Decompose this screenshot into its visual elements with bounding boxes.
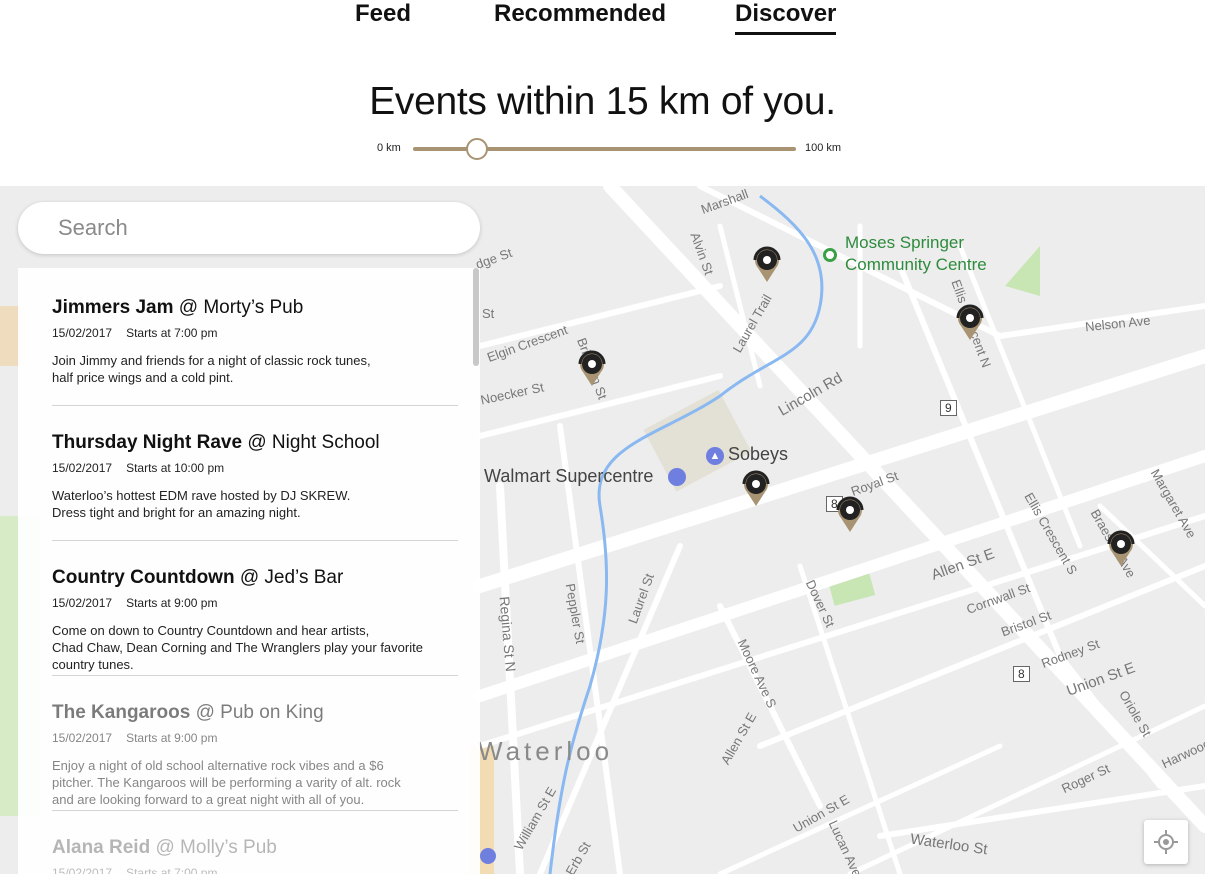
event-name: Jimmers Jam [52,297,174,318]
poi-sobeys[interactable]: Sobeys [728,444,788,465]
tab-discover[interactable]: Discover [735,0,837,35]
event-description: Join Jimmy and friends for a night of cl… [52,352,458,386]
distance-slider: 0 km 100 km [0,137,1205,161]
park-marker-icon [823,248,837,262]
top-nav: Feed Recommended Discover [0,0,1205,50]
divider [52,810,458,811]
event-pin-icon[interactable] [1104,528,1138,568]
event-pin-icon[interactable] [833,494,867,534]
description-line: Join Jimmy and friends for a night of cl… [52,353,371,368]
description-line: Enjoy a night of old school alternative … [52,758,384,773]
event-time: Starts at 9:00 pm [126,596,218,610]
event-title: Thursday Night Rave @ Night School [52,431,458,455]
event-card[interactable]: The Kangaroos @ Pub on King 15/02/2017 St… [52,701,458,808]
shopping-bag-icon [668,468,686,486]
event-date: 15/02/2017 [52,326,113,340]
event-pin-icon[interactable] [739,468,773,508]
slider-thumb[interactable] [466,138,489,160]
event-card[interactable]: Alana Reid @ Molly’s Pub 15/02/2017 Start… [52,836,458,874]
description-line: pitcher. The Kangaroos will be performin… [52,775,401,790]
event-date: 15/02/2017 [52,731,113,745]
event-name: Alana Reid [52,837,151,858]
event-meta: 15/02/2017 Starts at 9:00 pm [52,596,458,610]
poi-walmart[interactable]: Walmart Supercentre [484,466,653,487]
crosshair-icon [1154,830,1178,854]
description-line: and are looking forward to a great night… [52,792,365,807]
event-card[interactable]: Country Countdown @ Jed’s Bar 15/02/2017… [52,566,458,673]
divider [52,675,458,676]
event-card[interactable]: Thursday Night Rave @ Night School 15/02… [52,431,458,521]
page-title: Events within 15 km of you. [369,80,836,123]
event-date: 15/02/2017 [52,866,113,874]
route-shield: 9 [940,400,957,416]
event-venue: @ Morty’s Pub [178,297,304,318]
event-pin-icon[interactable] [953,302,987,342]
event-date: 15/02/2017 [52,461,113,475]
event-venue: @ Pub on King [195,702,324,723]
event-venue: @ Jed’s Bar [239,567,344,588]
event-description: Enjoy a night of old school alternative … [52,757,458,808]
poi-moses-springer[interactable]: Moses Springer Community Centre [845,232,987,276]
event-name: The Kangaroos [52,702,191,723]
event-title: Jimmers Jam @ Morty’s Pub [52,296,458,320]
event-meta: 15/02/2017 Starts at 7:00 pm [52,326,458,340]
transit-icon [480,848,496,864]
description-line: Waterloo’s hottest EDM rave hosted by DJ… [52,488,351,503]
divider [52,405,458,406]
event-venue: @ Night School [247,432,380,453]
shopping-cart-icon: ▲ [706,447,724,465]
event-pin-icon[interactable] [750,244,784,284]
event-time: Starts at 9:00 pm [126,731,218,745]
event-card[interactable]: Jimmers Jam @ Morty’s Pub 15/02/2017 Star… [52,296,458,386]
slider-max-label: 100 km [805,142,842,154]
event-description: Come on down to Country Countdown and he… [52,622,458,673]
event-title: Country Countdown @ Jed’s Bar [52,566,458,590]
event-meta: 15/02/2017 Starts at 9:00 pm [52,731,458,745]
street-label: St [482,306,495,321]
search-box [18,202,480,254]
event-time: Starts at 7:00 pm [126,866,218,874]
event-title: Alana Reid @ Molly’s Pub [52,836,458,860]
slider-min-label: 0 km [377,142,401,154]
event-pin-icon[interactable] [575,348,609,388]
description-line: Come on down to Country Countdown and he… [52,623,370,638]
event-time: Starts at 10:00 pm [126,461,225,475]
event-meta: 15/02/2017 Starts at 7:00 pm [52,866,458,874]
divider [52,540,458,541]
route-shield: 8 [1013,666,1030,682]
event-list-scrollbar[interactable] [473,268,479,366]
event-name: Thursday Night Rave [52,432,243,453]
event-description: Waterloo’s hottest EDM rave hosted by DJ… [52,487,458,521]
event-venue: @ Molly’s Pub [155,837,277,858]
tab-recommended[interactable]: Recommended [494,0,666,28]
description-line: Chad Chaw, Dean Corning and The Wrangler… [52,640,423,655]
my-location-button[interactable] [1144,820,1188,864]
event-list: Jimmers Jam @ Morty’s Pub 15/02/2017 Star… [18,268,480,874]
description-line: country tunes. [52,657,134,672]
description-line: half price wings and a cold pint. [52,370,234,385]
tab-feed[interactable]: Feed [355,0,411,28]
city-label-waterloo: Waterloo [478,736,614,766]
event-meta: 15/02/2017 Starts at 10:00 pm [52,461,458,475]
event-name: Country Countdown [52,567,235,588]
search-input[interactable] [58,202,458,254]
event-date: 15/02/2017 [52,596,113,610]
description-line: Dress tight and bright for an amazing ni… [52,505,301,520]
event-time: Starts at 7:00 pm [126,326,218,340]
event-title: The Kangaroos @ Pub on King [52,701,458,725]
